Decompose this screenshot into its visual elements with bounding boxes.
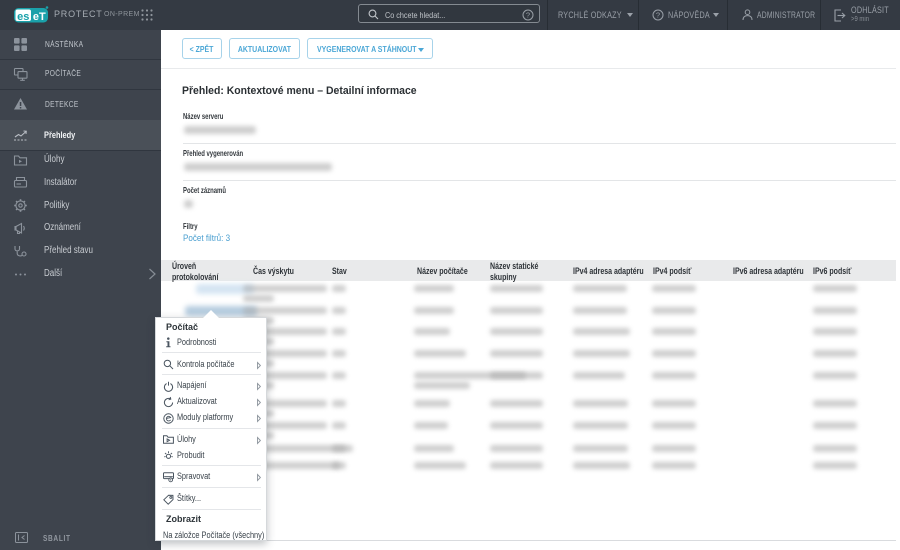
svg-text:?: ? [656, 11, 660, 20]
svg-text:?: ? [526, 10, 530, 19]
svg-text:eT: eT [33, 10, 46, 22]
svg-text:es: es [17, 10, 29, 22]
